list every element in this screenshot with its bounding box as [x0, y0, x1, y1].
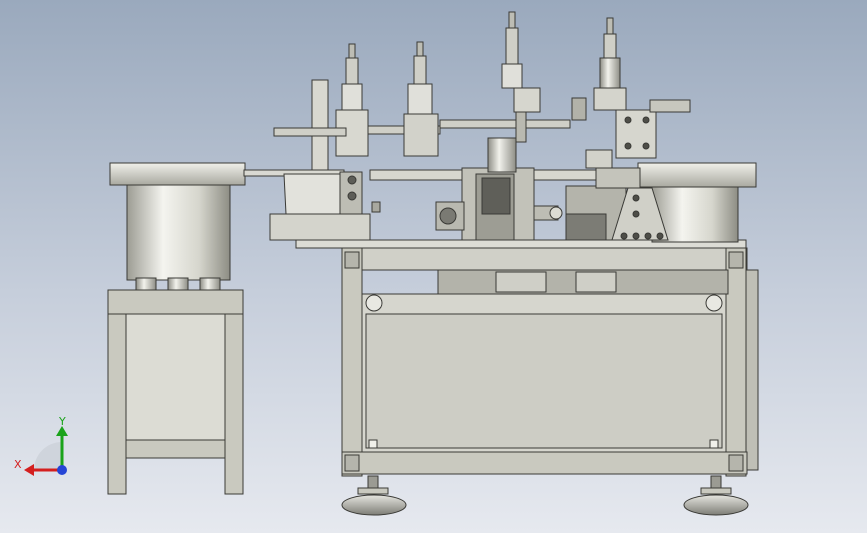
left-fixture-block [269, 171, 381, 241]
cylinder-tower-1 [273, 43, 369, 171]
left-stand [107, 289, 244, 495]
cylinder-tower-2 [403, 41, 439, 157]
leveling-foot-right [683, 475, 749, 516]
coordinate-triad-icon [24, 426, 68, 476]
triad-y-label: Y [58, 415, 66, 428]
cylinder-tower-4 [593, 17, 627, 111]
assembly-drawing: Y X [14, 11, 759, 516]
triad-x-label: X [14, 458, 22, 471]
leveling-foot-left [341, 475, 407, 516]
center-drive-unit [435, 137, 563, 241]
left-vibratory-bowl [109, 162, 246, 291]
cad-viewport[interactable]: Y X [0, 0, 867, 533]
cabinet-panel [361, 293, 727, 453]
right-vertical-plate [571, 97, 691, 159]
